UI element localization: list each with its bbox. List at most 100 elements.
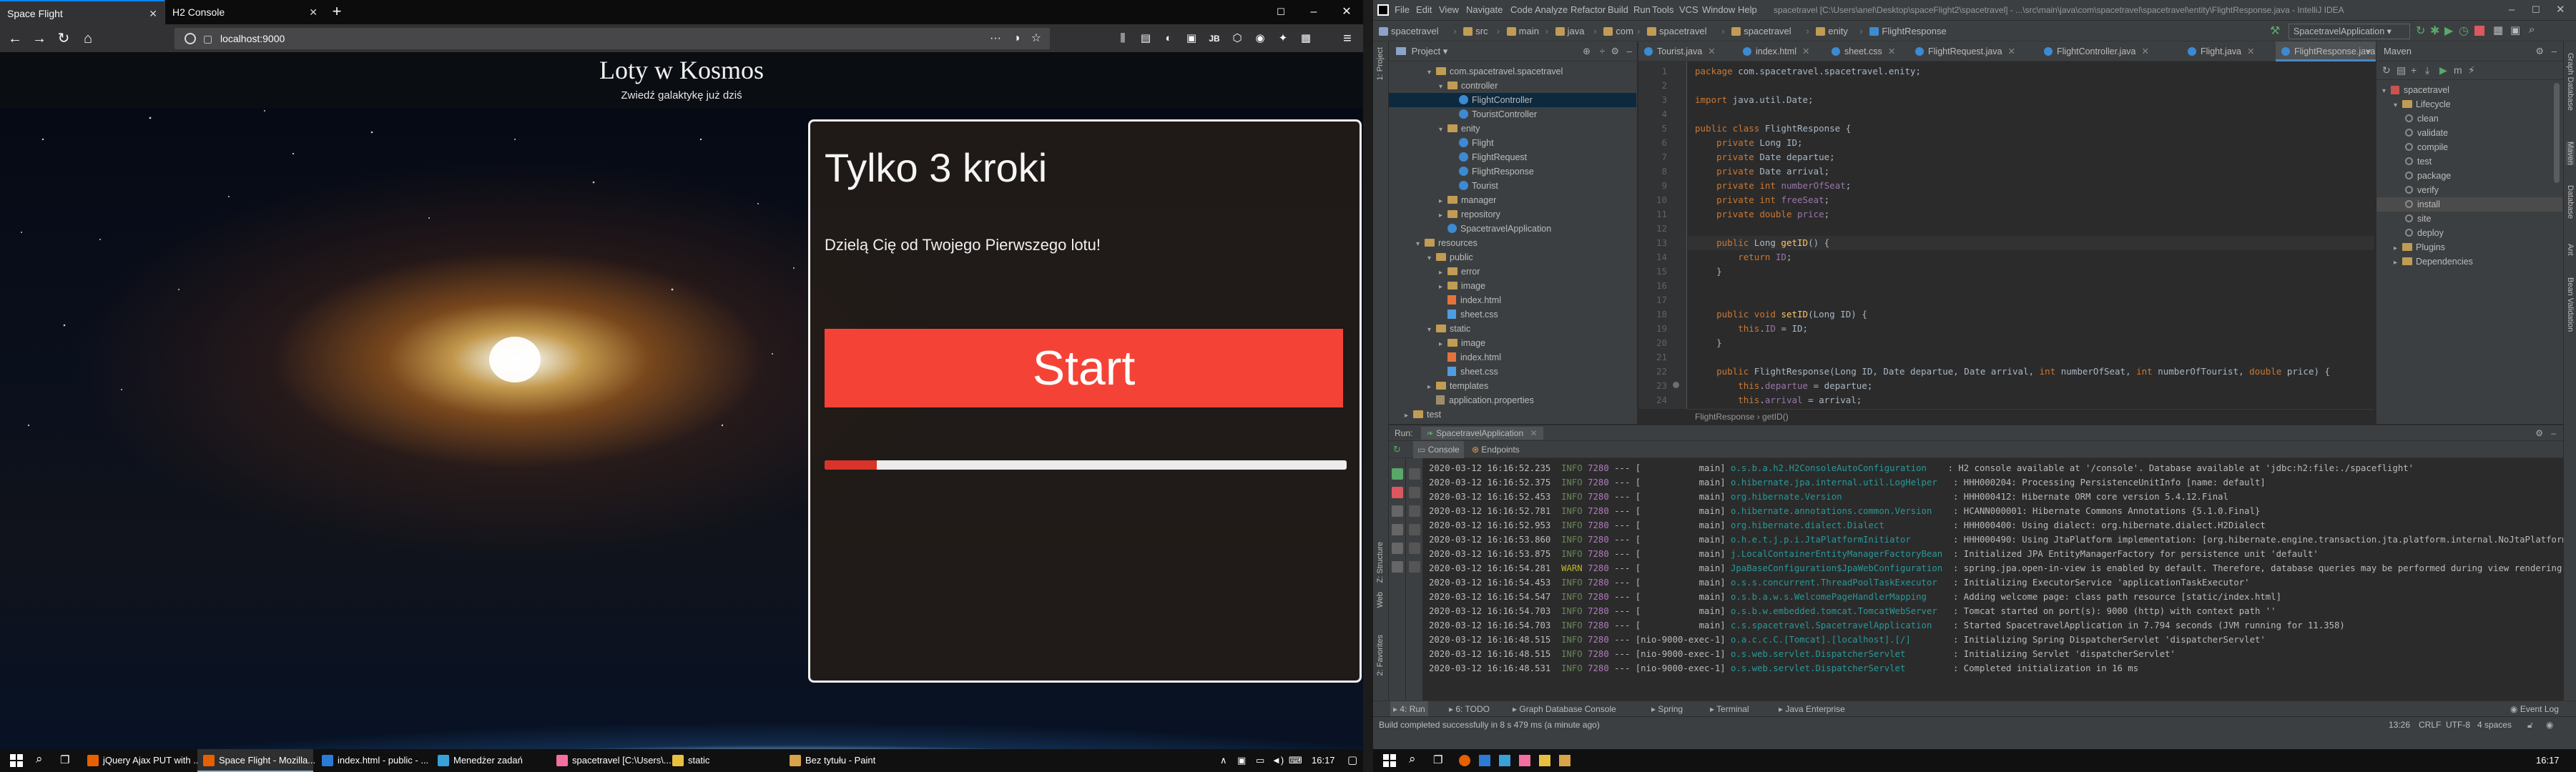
bottom-tab[interactable]: ▸ Terminal: [1710, 701, 1749, 717]
code-line[interactable]: [1688, 293, 2374, 307]
bottom-tab[interactable]: ▸ Java Enterprise: [1779, 701, 1845, 717]
tree-item[interactable]: application.properties: [1389, 393, 1636, 407]
expand-arrow-icon[interactable]: ▸: [2394, 242, 2402, 256]
close-tab-icon[interactable]: ✕: [309, 0, 318, 24]
tree-item[interactable]: ▾ com.spacetravel.spacetravel: [1389, 64, 1636, 79]
menu-item[interactable]: Navigate: [1466, 0, 1503, 20]
tray-clock[interactable]: 16:17: [1312, 749, 1335, 772]
code-line[interactable]: private Date arrival;: [1688, 164, 2374, 179]
code-line[interactable]: private int numberOfSeat;: [1688, 179, 2374, 193]
file-encoding[interactable]: UTF-8: [2446, 717, 2470, 733]
volume-icon[interactable]: ◄): [1272, 749, 1284, 772]
menu-item[interactable]: Code: [1510, 0, 1533, 20]
run-config-select[interactable]: SpacetravelApplication ▾: [2289, 24, 2410, 39]
tool-window-button[interactable]: Bean Validation: [2566, 277, 2575, 332]
tree-item[interactable]: ▸ image: [1389, 279, 1636, 293]
inspector-icon[interactable]: ◉: [2546, 717, 2553, 733]
locate-icon[interactable]: ⊕: [1583, 41, 1591, 61]
taskbar-item[interactable]: Bez tytułu - Paint: [784, 749, 903, 772]
tool-window-button[interactable]: Web: [1376, 592, 1385, 608]
hide-icon[interactable]: –: [2551, 425, 2556, 441]
maximize-button[interactable]: ☐: [2532, 0, 2540, 20]
console-line[interactable]: 2020-03-12 16:16:52.235 INFO 7280 --- [ …: [1423, 461, 2563, 475]
editor-tab[interactable]: FlightController.java ✕: [2038, 41, 2182, 61]
menu-item[interactable]: View: [1439, 0, 1459, 20]
taskbar-item[interactable]: spacetravel [C:\Users\...: [551, 749, 672, 772]
close-tab-icon[interactable]: ✕: [149, 1, 157, 26]
editor-breadcrumb-text[interactable]: FlightResponse › getID(): [1695, 412, 1789, 422]
console-line[interactable]: 2020-03-12 16:16:54.703 INFO 7280 --- [ …: [1423, 618, 2563, 633]
code-line[interactable]: [1688, 222, 2374, 236]
expand-arrow-icon[interactable]: ▸: [1439, 209, 1447, 223]
maven-item[interactable]: install: [2376, 197, 2562, 212]
settings-icon[interactable]: [1392, 524, 1403, 535]
soft-wrap-icon[interactable]: [1409, 505, 1420, 517]
taskbar-item[interactable]: Space Flight - Mozilla...: [197, 749, 315, 772]
pocket-icon[interactable]: ◗: [1014, 28, 1021, 49]
firefox-icon[interactable]: [1459, 755, 1470, 766]
status-message[interactable]: Build completed successfully in 8 s 479 …: [1379, 717, 1600, 733]
print-icon[interactable]: [1409, 543, 1420, 554]
expand-arrow-icon[interactable]: ▸: [1405, 409, 1413, 423]
collapse-icon[interactable]: ÷: [1600, 41, 1605, 61]
bottom-tab[interactable]: ▸ Graph Database Console: [1513, 701, 1616, 717]
search-icon[interactable]: ⌕: [1409, 752, 1416, 766]
restore-layout-icon[interactable]: [1392, 543, 1403, 554]
tree-item[interactable]: SpacetravelApplication: [1389, 222, 1636, 236]
expand-arrow-icon[interactable]: ▾: [1416, 237, 1425, 252]
console-line[interactable]: 2020-03-12 16:16:52.453 INFO 7280 --- [ …: [1423, 490, 2563, 504]
code-line[interactable]: }: [1688, 336, 2374, 350]
code-line[interactable]: import java.util.Date;: [1688, 93, 2374, 107]
maven-item[interactable]: test: [2376, 154, 2562, 169]
close-tab-icon[interactable]: ✕: [2008, 46, 2015, 56]
maven-item[interactable]: ▾ Lifecycle: [2376, 97, 2562, 112]
tree-item[interactable]: ▸ error: [1389, 264, 1636, 279]
scrollbar[interactable]: [2554, 83, 2560, 183]
code-line[interactable]: [1688, 279, 2374, 293]
tree-item[interactable]: FlightRequest: [1389, 150, 1636, 164]
menu-item[interactable]: Run: [1633, 0, 1651, 20]
breadcrumb-item[interactable]: src: [1475, 21, 1488, 42]
console-line[interactable]: 2020-03-12 16:16:54.453 INFO 7280 --- [ …: [1423, 575, 2563, 590]
tree-item[interactable]: ▸ test: [1389, 407, 1636, 422]
notifications-icon[interactable]: ▢: [1347, 749, 1357, 772]
code-line[interactable]: private double price;: [1688, 207, 2374, 222]
close-tab-icon[interactable]: ✕: [2141, 46, 2148, 56]
extension-icon[interactable]: ▦: [1297, 30, 1314, 47]
maven-item[interactable]: deploy: [2376, 226, 2562, 240]
expand-arrow-icon[interactable]: ▾: [1427, 252, 1436, 266]
editor-tab[interactable]: FlightRequest.java ✕: [1909, 41, 2038, 61]
stop-icon[interactable]: [2474, 26, 2484, 36]
extension-icon[interactable]: ◐: [1160, 30, 1177, 47]
maven-item[interactable]: ▸ Dependencies: [2376, 254, 2562, 269]
code-line[interactable]: this.ID = ID;: [1688, 322, 2374, 336]
tool-window-button[interactable]: Database: [2566, 185, 2575, 219]
extension-icon[interactable]: ◉: [1252, 30, 1269, 47]
debug-icon[interactable]: ✱: [2430, 24, 2439, 38]
expand-arrow-icon[interactable]: ▸: [1427, 380, 1436, 395]
close-tab-icon[interactable]: ✕: [1888, 46, 1895, 56]
taskbar-item[interactable]: static: [667, 749, 781, 772]
tool-window-button[interactable]: Ant: [2566, 244, 2575, 256]
info-icon[interactable]: [185, 33, 196, 44]
menu-item[interactable]: Build: [1608, 0, 1628, 20]
vscode-icon[interactable]: [1479, 755, 1490, 766]
breadcrumb-item[interactable]: java: [1568, 21, 1585, 42]
tray-up-icon[interactable]: ∧: [1220, 749, 1227, 772]
maven-item[interactable]: site: [2376, 212, 2562, 226]
execute-goal-icon[interactable]: m: [2454, 64, 2462, 76]
up-icon[interactable]: [1409, 468, 1420, 480]
menu-item[interactable]: Help: [1738, 0, 1757, 20]
page-actions-icon[interactable]: ···: [990, 28, 1001, 49]
scroll-to-end-icon[interactable]: [1409, 524, 1420, 535]
console-line[interactable]: 2020-03-12 16:16:48.515 INFO 7280 --- [n…: [1423, 647, 2563, 661]
code-line[interactable]: [1688, 107, 2374, 122]
maven-item[interactable]: ▾ spacetravel: [2376, 83, 2562, 97]
expand-arrow-icon[interactable]: ▾: [1439, 80, 1447, 94]
tool-window-button[interactable]: Graph Database: [2566, 53, 2575, 111]
hide-icon[interactable]: –: [1627, 41, 1632, 61]
task-view-icon[interactable]: ❐: [60, 753, 69, 766]
sdk-icon[interactable]: ▣: [2510, 24, 2520, 36]
down-icon[interactable]: [1409, 487, 1420, 498]
pin-icon[interactable]: [1392, 561, 1403, 573]
